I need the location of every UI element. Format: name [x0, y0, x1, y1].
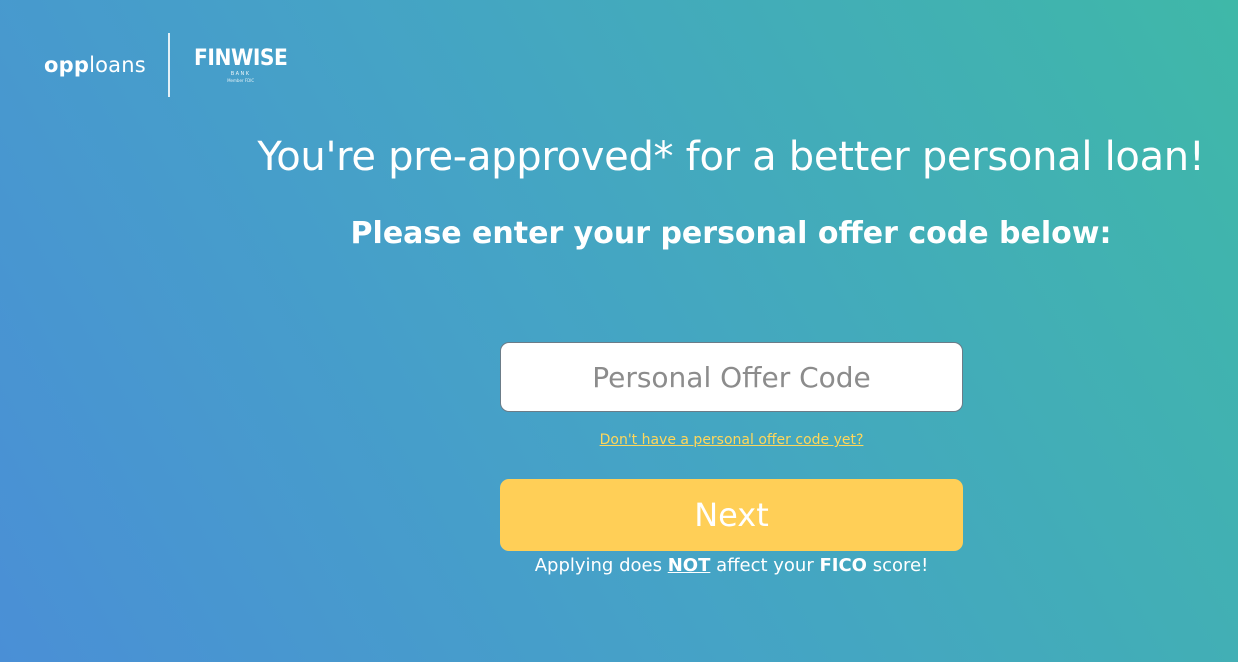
- fico-note-part3: score!: [866, 555, 929, 576]
- opploans-logo[interactable]: opploans: [44, 52, 146, 77]
- fico-note-not: NOT: [667, 555, 711, 576]
- finwise-logo: FINWISE BANK Member FDIC: [190, 45, 291, 83]
- finwise-name: FINWISE: [193, 45, 288, 71]
- finwise-member: Member FDIC: [227, 77, 255, 83]
- no-offer-code-link[interactable]: Don't have a personal offer code yet?: [500, 432, 963, 448]
- fico-disclaimer: Applying does NOT affect your FICO score…: [400, 555, 1063, 576]
- page-headline: You're pre-approved* for a better person…: [257, 134, 1205, 180]
- opploans-logo-light: loans: [89, 52, 146, 77]
- next-button[interactable]: Next: [500, 479, 963, 551]
- offer-code-input[interactable]: [500, 342, 963, 412]
- logo-divider: [167, 33, 170, 97]
- fico-note-part2: affect your: [710, 555, 820, 576]
- header-logos: opploans FINWISE BANK Member FDIC: [44, 32, 291, 98]
- opploans-logo-bold: opp: [44, 52, 90, 77]
- fico-note-fico: FICO: [819, 555, 867, 576]
- finwise-bank: BANK: [230, 70, 251, 77]
- page-subhead: Please enter your personal offer code be…: [350, 216, 1112, 251]
- fico-note-part1: Applying does: [534, 555, 668, 576]
